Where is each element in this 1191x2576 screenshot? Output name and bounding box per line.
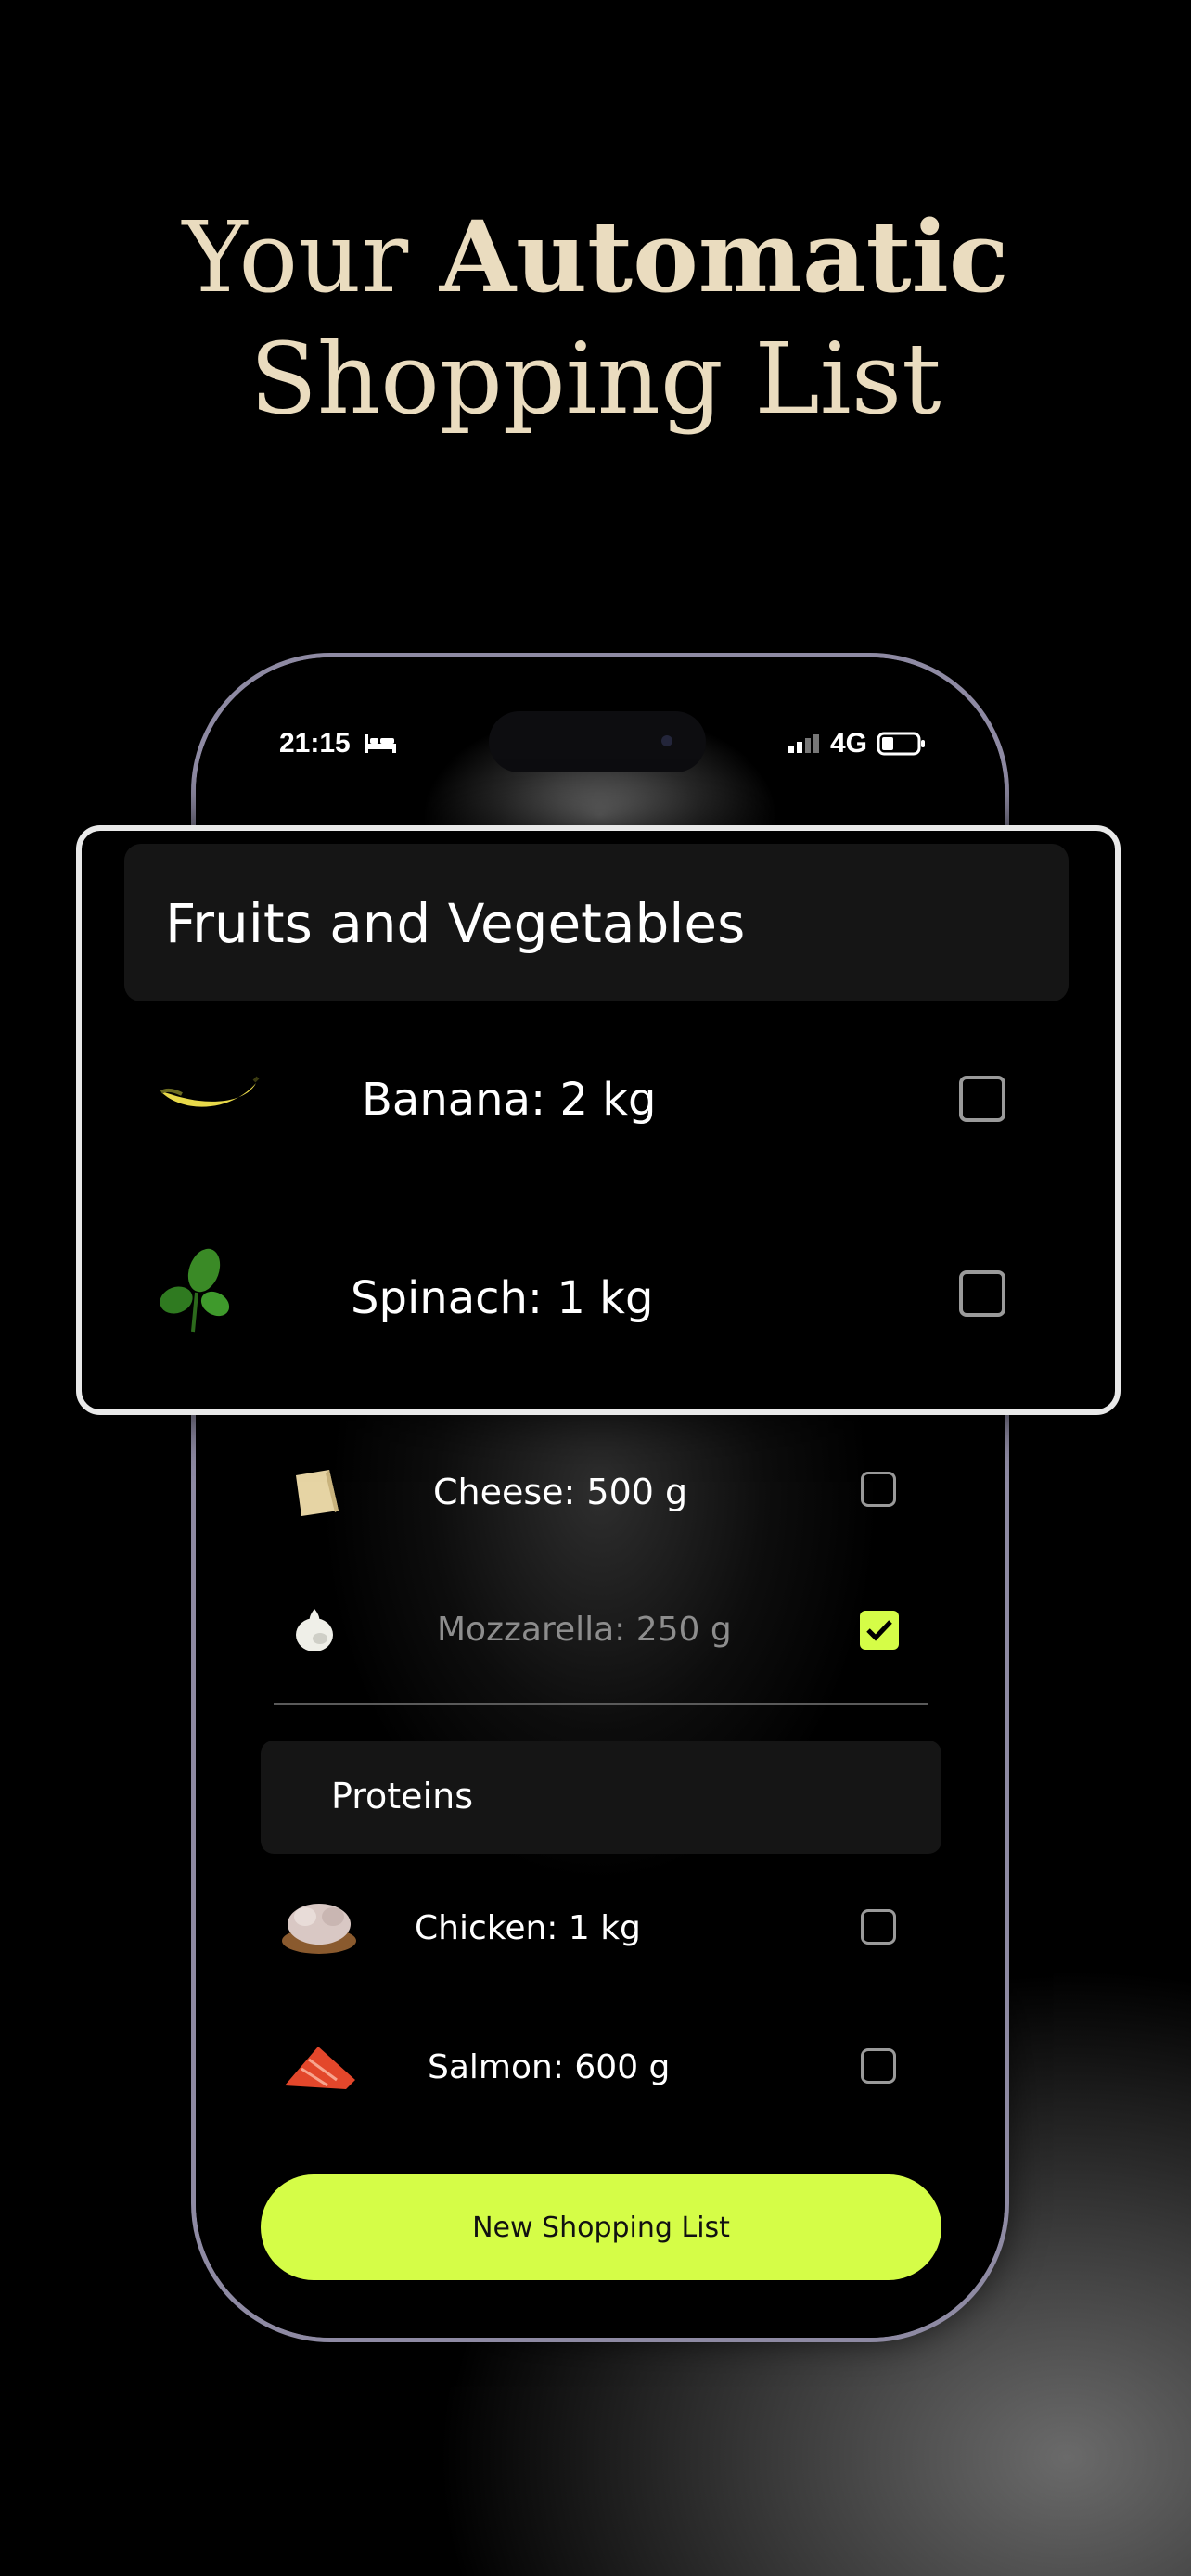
checkbox-spinach[interactable] bbox=[959, 1270, 1005, 1317]
item-label-salmon: Salmon: 600 g bbox=[428, 2048, 671, 2086]
status-right: 4G bbox=[788, 728, 927, 759]
card-item-label-banana: Banana: 2 kg bbox=[362, 1074, 657, 1126]
time-text: 21:15 bbox=[279, 728, 351, 759]
battery-icon bbox=[877, 732, 925, 756]
card-header: Fruits and Vegetables bbox=[124, 844, 1069, 1001]
spinach-icon bbox=[160, 1248, 230, 1333]
dynamic-island bbox=[489, 711, 706, 772]
mozzarella-icon bbox=[296, 1609, 333, 1651]
signal-icon bbox=[788, 734, 819, 753]
new-shopping-list-button[interactable]: New Shopping List bbox=[261, 2174, 941, 2280]
checkbox-cheese[interactable] bbox=[861, 1472, 896, 1507]
cheese-icon bbox=[296, 1470, 339, 1516]
status-time: 21:15 bbox=[279, 728, 397, 759]
card-title: Fruits and Vegetables bbox=[165, 892, 746, 955]
headline-line-1: Your Automatic bbox=[0, 197, 1191, 318]
section-header-proteins: Proteins bbox=[261, 1741, 941, 1854]
salmon-icon bbox=[285, 2047, 355, 2089]
headline-bold: Automatic bbox=[439, 198, 1009, 314]
item-label-chicken: Chicken: 1 kg bbox=[415, 1909, 641, 1947]
checkmark-icon bbox=[866, 1620, 892, 1641]
fruits-vegetables-card: Fruits and Vegetables Banana: 2 kg Spina… bbox=[76, 825, 1121, 1415]
item-label-cheese: Cheese: 500 g bbox=[433, 1472, 688, 1512]
headline-line-2: Shopping List bbox=[250, 322, 941, 436]
bed-icon bbox=[365, 734, 397, 753]
checkbox-mozzarella-checked[interactable] bbox=[860, 1611, 899, 1650]
card-item-label-spinach: Spinach: 1 kg bbox=[351, 1272, 654, 1324]
chicken-icon bbox=[282, 1904, 356, 1954]
section-title-proteins: Proteins bbox=[331, 1776, 474, 1817]
checkbox-salmon[interactable] bbox=[861, 2048, 896, 2084]
checkbox-banana[interactable] bbox=[959, 1076, 1005, 1122]
item-label-mozzarella: Mozzarella: 250 g bbox=[437, 1611, 732, 1649]
network-label: 4G bbox=[829, 728, 867, 759]
new-shopping-list-label: New Shopping List bbox=[472, 2211, 730, 2244]
banana-icon bbox=[160, 1076, 260, 1107]
camera-dot bbox=[661, 735, 672, 746]
checkbox-chicken[interactable] bbox=[861, 1909, 896, 1945]
list-divider bbox=[274, 1703, 928, 1705]
headline-plain: Your bbox=[182, 200, 440, 314]
